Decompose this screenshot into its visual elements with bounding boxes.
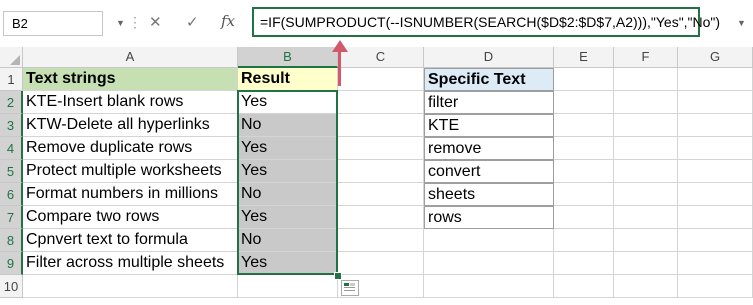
column-header-e[interactable]: E — [554, 47, 614, 68]
cell-f8[interactable] — [614, 229, 678, 252]
cell-c1[interactable] — [338, 68, 424, 91]
insert-function-icon[interactable]: fx — [221, 12, 235, 30]
cell-f4[interactable] — [614, 137, 678, 160]
expand-formula-bar-icon[interactable]: ▼ — [737, 18, 746, 28]
table-row-text[interactable]: Protect multiple worksheets — [23, 160, 238, 183]
row-header-4[interactable]: 4 — [0, 137, 23, 160]
table-row-text[interactable]: Filter across multiple sheets — [23, 252, 238, 275]
cell-e6[interactable] — [554, 183, 614, 206]
cell-e4[interactable] — [554, 137, 614, 160]
drag-handle-icon: ⋮ — [128, 14, 142, 30]
cell-d10[interactable] — [424, 275, 554, 298]
cell-d8[interactable] — [424, 229, 554, 252]
name-box[interactable]: B2 — [3, 11, 103, 36]
cell-g6[interactable] — [678, 183, 753, 206]
table-row-result[interactable]: Yes — [238, 206, 338, 229]
header-result[interactable]: Result — [238, 68, 338, 91]
cell-g10[interactable] — [678, 275, 753, 298]
cell-f10[interactable] — [614, 275, 678, 298]
cancel-icon[interactable]: ✕ — [149, 13, 162, 31]
specific-text-item[interactable]: KTE — [424, 114, 554, 137]
cell-g2[interactable] — [678, 91, 753, 114]
table-row-result[interactable]: Yes — [238, 160, 338, 183]
formula-input[interactable]: =IF(SUMPRODUCT(--ISNUMBER(SEARCH($D$2:$D… — [252, 7, 720, 37]
cell-c3[interactable] — [338, 114, 424, 137]
cell-e5[interactable] — [554, 160, 614, 183]
cell-e8[interactable] — [554, 229, 614, 252]
formula-bar: B2 ▼ ⋮ ✕ ✓ fx =IF(SUMPRODUCT(--ISNUMBER(… — [0, 0, 753, 47]
cell-f7[interactable] — [614, 206, 678, 229]
specific-text-item[interactable]: filter — [424, 91, 554, 114]
cell-g5[interactable] — [678, 160, 753, 183]
column-header-f[interactable]: F — [614, 47, 678, 68]
cell-c5[interactable] — [338, 160, 424, 183]
cell-f1[interactable] — [614, 68, 678, 91]
table-row-text[interactable]: Format numbers in millions — [23, 183, 238, 206]
cell-c6[interactable] — [338, 183, 424, 206]
cell-e1[interactable] — [554, 68, 614, 91]
row-header-8[interactable]: 8 — [0, 229, 23, 252]
specific-text-item[interactable]: convert — [424, 160, 554, 183]
select-all-corner[interactable] — [0, 47, 23, 68]
table-row-text[interactable]: Remove duplicate rows — [23, 137, 238, 160]
cell-c4[interactable] — [338, 137, 424, 160]
table-row-result[interactable]: Yes — [238, 252, 338, 275]
cell-f9[interactable] — [614, 252, 678, 275]
cell-c7[interactable] — [338, 206, 424, 229]
cell-c2[interactable] — [338, 91, 424, 114]
header-text-strings[interactable]: Text strings — [23, 68, 238, 91]
table-row-text[interactable]: KTW-Delete all hyperlinks — [23, 114, 238, 137]
cell-f5[interactable] — [614, 160, 678, 183]
specific-text-item[interactable]: rows — [424, 206, 554, 229]
quick-analysis-icon[interactable] — [341, 280, 359, 296]
column-header-c[interactable]: C — [338, 47, 424, 68]
table-row-result[interactable]: No — [238, 114, 338, 137]
enter-icon[interactable]: ✓ — [186, 13, 199, 31]
row-header-6[interactable]: 6 — [0, 183, 23, 206]
cell-e2[interactable] — [554, 91, 614, 114]
row-header-3[interactable]: 3 — [0, 114, 23, 137]
table-row-text[interactable]: KTE-Insert blank rows — [23, 91, 238, 114]
column-header-a[interactable]: A — [23, 47, 238, 68]
row-header-2[interactable]: 2 — [0, 91, 23, 114]
cell-e10[interactable] — [554, 275, 614, 298]
table-row-result[interactable]: Yes — [238, 91, 338, 114]
cell-a10[interactable] — [23, 275, 238, 298]
cell-g7[interactable] — [678, 206, 753, 229]
table-row-text[interactable]: Cpnvert text to formula — [23, 229, 238, 252]
table-row-result[interactable]: No — [238, 229, 338, 252]
row-header-1[interactable]: 1 — [0, 68, 23, 91]
cell-f3[interactable] — [614, 114, 678, 137]
specific-text-item[interactable]: remove — [424, 137, 554, 160]
cell-e3[interactable] — [554, 114, 614, 137]
column-header-g[interactable]: G — [678, 47, 753, 68]
cell-c8[interactable] — [338, 229, 424, 252]
cell-e9[interactable] — [554, 252, 614, 275]
row-header-10[interactable]: 10 — [0, 275, 23, 298]
cell-g8[interactable] — [678, 229, 753, 252]
cell-g3[interactable] — [678, 114, 753, 137]
table-row-text[interactable]: Compare two rows — [23, 206, 238, 229]
row-header-5[interactable]: 5 — [0, 160, 23, 183]
table-row-result[interactable]: No — [238, 183, 338, 206]
fill-handle[interactable] — [334, 272, 342, 280]
cell-f2[interactable] — [614, 91, 678, 114]
cell-e7[interactable] — [554, 206, 614, 229]
row-header-9[interactable]: 9 — [0, 252, 23, 275]
row-header-7[interactable]: 7 — [0, 206, 23, 229]
header-specific-text[interactable]: Specific Text — [424, 68, 554, 91]
column-header-b[interactable]: B — [238, 47, 338, 68]
cell-f6[interactable] — [614, 183, 678, 206]
name-box-dropdown-icon[interactable]: ▼ — [116, 18, 125, 28]
table-row-result[interactable]: Yes — [238, 137, 338, 160]
cell-g1[interactable] — [678, 68, 753, 91]
cell-g4[interactable] — [678, 137, 753, 160]
cell-b10[interactable] — [238, 275, 338, 298]
column-header-d[interactable]: D — [424, 47, 554, 68]
cell-g9[interactable] — [678, 252, 753, 275]
annotation-arrow-line — [338, 51, 341, 86]
specific-text-item[interactable]: sheets — [424, 183, 554, 206]
cell-d9[interactable] — [424, 252, 554, 275]
cell-c9[interactable] — [338, 252, 424, 275]
